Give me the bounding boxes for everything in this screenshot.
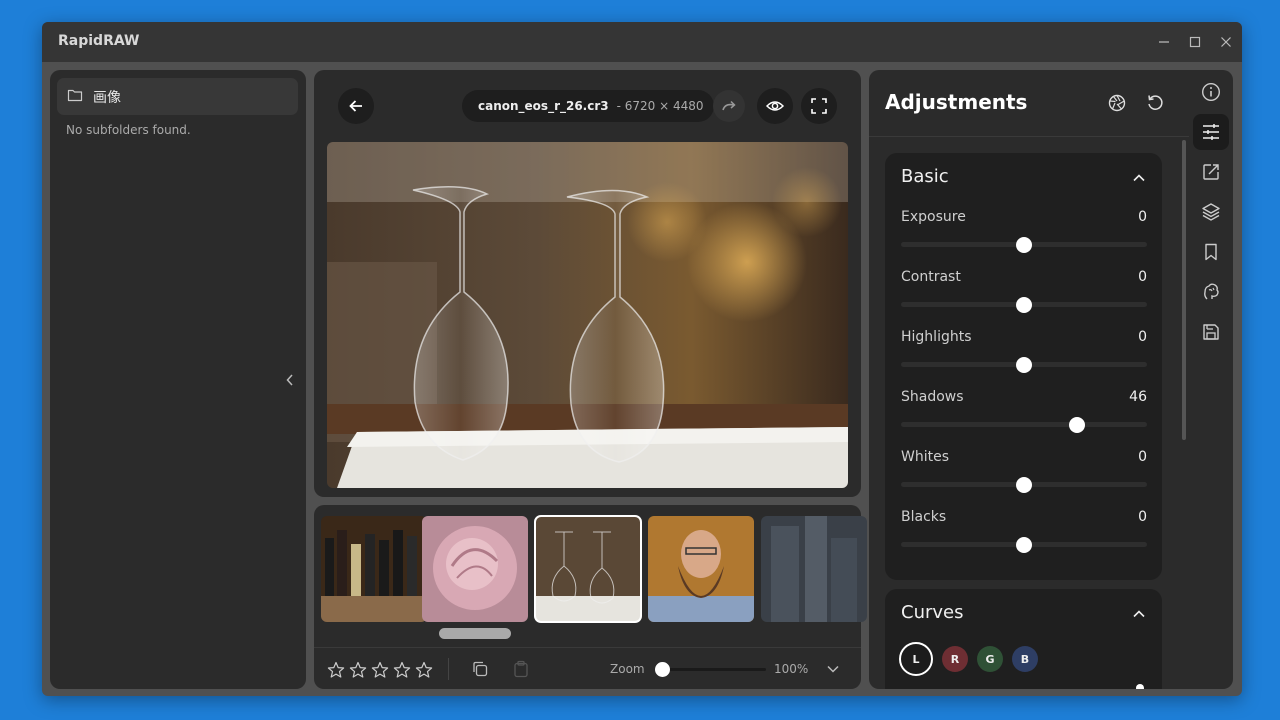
slider-thumb[interactable] bbox=[1016, 537, 1032, 553]
close-icon[interactable] bbox=[1216, 32, 1236, 52]
folder-icon bbox=[67, 87, 83, 106]
side-toolbar bbox=[1189, 70, 1233, 689]
slider-track[interactable] bbox=[901, 422, 1147, 427]
folder-label: 画像 bbox=[93, 89, 121, 106]
divider bbox=[869, 136, 1189, 137]
file-dimensions: - 6720 × 4480 bbox=[616, 99, 704, 113]
thumbnail-selected[interactable] bbox=[534, 515, 642, 623]
fullscreen-icon bbox=[811, 98, 827, 114]
file-name: canon_eos_r_26.cr3 bbox=[478, 99, 609, 113]
slider-thumb[interactable] bbox=[1016, 477, 1032, 493]
divider bbox=[314, 647, 861, 648]
curve-channels: L R G B bbox=[899, 642, 1038, 676]
zoom-value: 100% bbox=[774, 662, 809, 676]
info-icon[interactable] bbox=[1193, 74, 1229, 110]
thumbnail[interactable] bbox=[321, 516, 427, 622]
main-photo[interactable] bbox=[327, 142, 848, 488]
curves-section: Curves L R G B bbox=[885, 589, 1162, 689]
ai-icon[interactable] bbox=[1193, 274, 1229, 310]
empty-folder-message: No subfolders found. bbox=[66, 123, 191, 137]
thumbnail[interactable] bbox=[761, 516, 867, 622]
slider-label: Exposure bbox=[901, 209, 966, 225]
shadows-slider: Shadows 46 bbox=[901, 389, 1147, 439]
minimize-icon[interactable] bbox=[1154, 32, 1174, 52]
whites-slider: Whites 0 bbox=[901, 449, 1147, 499]
slider-label: Blacks bbox=[901, 509, 947, 525]
star-icon[interactable] bbox=[370, 660, 389, 679]
divider bbox=[448, 658, 449, 680]
aperture-icon[interactable] bbox=[1106, 92, 1128, 114]
rating-stars bbox=[326, 660, 433, 679]
slider-value[interactable]: 0 bbox=[1138, 209, 1147, 225]
paste-icon[interactable] bbox=[511, 659, 531, 679]
thumbnail[interactable] bbox=[422, 516, 528, 622]
zoom-slider[interactable] bbox=[662, 668, 766, 671]
copy-icon[interactable] bbox=[470, 659, 490, 679]
chevron-up-icon[interactable] bbox=[1130, 605, 1148, 623]
channel-g-button[interactable]: G bbox=[977, 646, 1003, 672]
layers-icon[interactable] bbox=[1193, 194, 1229, 230]
star-icon[interactable] bbox=[326, 660, 345, 679]
back-button[interactable] bbox=[338, 88, 374, 124]
crop-icon[interactable] bbox=[1193, 154, 1229, 190]
contrast-slider: Contrast 0 bbox=[901, 269, 1147, 319]
slider-label: Whites bbox=[901, 449, 950, 465]
channel-r-button[interactable]: R bbox=[942, 646, 968, 672]
maximize-icon[interactable] bbox=[1185, 32, 1205, 52]
preview-toggle-button[interactable] bbox=[757, 88, 793, 124]
redo-button[interactable] bbox=[713, 90, 745, 122]
section-title: Curves bbox=[901, 602, 964, 623]
slider-thumb[interactable] bbox=[1016, 357, 1032, 373]
channel-b-button[interactable]: B bbox=[1012, 646, 1038, 672]
slider-label: Shadows bbox=[901, 389, 964, 405]
bookmark-icon[interactable] bbox=[1193, 234, 1229, 270]
title-bar: RapidRAW bbox=[42, 22, 1242, 62]
exposure-slider: Exposure 0 bbox=[901, 209, 1147, 259]
section-title: Basic bbox=[901, 166, 949, 187]
channel-l-button[interactable]: L bbox=[899, 642, 933, 676]
slider-label: Contrast bbox=[901, 269, 961, 285]
save-icon[interactable] bbox=[1193, 314, 1229, 350]
slider-value[interactable]: 0 bbox=[1138, 509, 1147, 525]
app-title: RapidRAW bbox=[58, 33, 140, 49]
reset-icon[interactable] bbox=[1144, 92, 1166, 114]
adjustments-scrollbar[interactable] bbox=[1182, 140, 1186, 440]
thumbnail[interactable] bbox=[648, 516, 754, 622]
image-viewer: canon_eos_r_26.cr3 - 6720 × 4480 bbox=[314, 70, 861, 497]
app-window: RapidRAW 画像 No subfolders found. canon_e… bbox=[42, 22, 1242, 696]
file-info: canon_eos_r_26.cr3 - 6720 × 4480 bbox=[462, 90, 714, 122]
slider-value[interactable]: 0 bbox=[1138, 449, 1147, 465]
filmstrip: Zoom 100% bbox=[314, 505, 867, 689]
basic-section: Basic Exposure 0 Contrast 0 Highlights 0 bbox=[885, 153, 1162, 580]
fullscreen-button[interactable] bbox=[801, 88, 837, 124]
filmstrip-scrollbar[interactable] bbox=[439, 628, 511, 639]
slider-thumb[interactable] bbox=[1016, 297, 1032, 313]
blacks-slider: Blacks 0 bbox=[901, 509, 1147, 559]
slider-value[interactable]: 0 bbox=[1138, 329, 1147, 345]
collapse-sidebar-button[interactable] bbox=[282, 370, 298, 390]
zoom-slider-thumb[interactable] bbox=[655, 662, 670, 677]
folder-item[interactable]: 画像 bbox=[57, 78, 298, 115]
adjustments-icon[interactable] bbox=[1193, 114, 1229, 150]
star-icon[interactable] bbox=[414, 660, 433, 679]
chevron-up-icon[interactable] bbox=[1130, 169, 1148, 187]
adjustments-panel: Adjustments Basic Exposure 0 Contrast 0 bbox=[869, 70, 1189, 689]
slider-thumb[interactable] bbox=[1068, 417, 1085, 433]
highlights-slider: Highlights 0 bbox=[901, 329, 1147, 379]
slider-label: Highlights bbox=[901, 329, 972, 345]
slider-value[interactable]: 46 bbox=[1129, 389, 1147, 405]
zoom-label: Zoom bbox=[610, 662, 645, 676]
slider-thumb[interactable] bbox=[1016, 237, 1032, 253]
folder-panel: 画像 No subfolders found. bbox=[50, 70, 306, 689]
star-icon[interactable] bbox=[348, 660, 367, 679]
adjustments-title: Adjustments bbox=[885, 90, 1028, 114]
redo-icon bbox=[722, 100, 736, 111]
eye-icon bbox=[766, 101, 784, 111]
star-icon[interactable] bbox=[392, 660, 411, 679]
chevron-down-icon[interactable] bbox=[824, 660, 842, 678]
arrow-left-icon bbox=[349, 100, 362, 112]
curve-point[interactable] bbox=[1136, 684, 1144, 689]
slider-value[interactable]: 0 bbox=[1138, 269, 1147, 285]
